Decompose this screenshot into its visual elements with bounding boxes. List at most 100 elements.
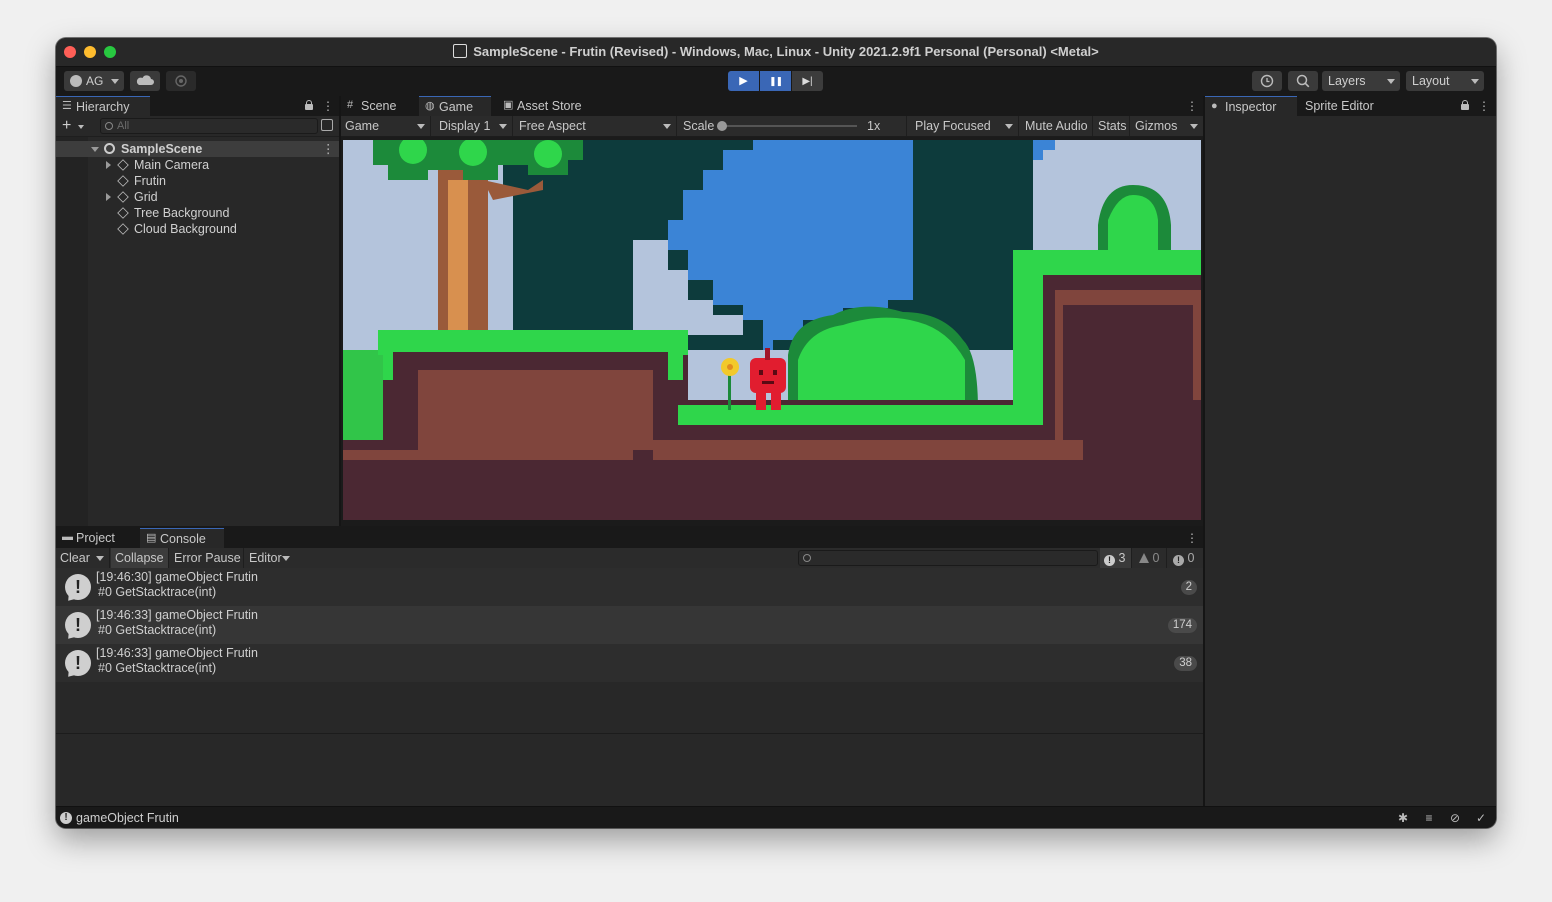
tab-game[interactable]: ◍ Game — [419, 96, 491, 116]
mute-audio-toggle[interactable]: Mute Audio — [1021, 116, 1093, 136]
progress-check-icon[interactable]: ✓ — [1474, 811, 1488, 825]
play-focused-dropdown[interactable]: Play Focused — [909, 116, 1019, 136]
log-alert-icon: ! — [65, 574, 91, 600]
clear-button[interactable]: Clear — [56, 548, 92, 568]
scene-search-icon[interactable] — [321, 119, 333, 131]
chevron-down-icon — [1471, 79, 1479, 84]
tab-inspector[interactable]: ● Inspector — [1205, 96, 1297, 116]
tab-project[interactable]: ▬ Project — [56, 528, 138, 548]
tab-inspector-label: Inspector — [1225, 100, 1277, 114]
title-bar: SampleScene - Frutin (Revised) - Windows… — [56, 38, 1496, 67]
status-message[interactable]: gameObject Frutin — [76, 807, 179, 828]
lock-icon[interactable] — [1461, 100, 1469, 110]
game-view-toolbar: Game Display 1 Free Aspect Scale 1x Play… — [341, 116, 1203, 137]
frutin-leg — [771, 392, 781, 410]
step-icon: ▶| — [802, 76, 813, 87]
window-title: SampleScene - Frutin (Revised) - Windows… — [473, 44, 1099, 59]
play-button[interactable]: ▶ — [728, 71, 759, 91]
game-viewport[interactable] — [343, 140, 1201, 520]
add-object-button[interactable]: + — [62, 116, 88, 136]
warning-filter-toggle[interactable]: 0 — [1133, 548, 1167, 568]
pause-button[interactable]: ❚❚ — [760, 71, 791, 91]
account-dropdown[interactable]: AG — [64, 71, 124, 91]
scale-slider-handle[interactable] — [717, 121, 727, 131]
error-count: 0 — [1187, 551, 1195, 565]
cache-server-icon[interactable]: ≡ — [1422, 811, 1436, 825]
cloud-button[interactable] — [130, 71, 160, 91]
tab-scene[interactable]: # Scene — [341, 96, 417, 116]
hierarchy-item-grid[interactable]: Grid — [56, 189, 339, 205]
grass-edge-left — [343, 350, 383, 440]
editor-dropdown[interactable]: Editor — [245, 548, 295, 568]
view-mode-dropdown[interactable]: Game — [341, 116, 431, 136]
layout-label: Layout — [1412, 74, 1450, 88]
aspect-label: Free Aspect — [519, 119, 586, 133]
hierarchy-tree: SampleScene ⋮ Main Camera Frutin Grid Tr… — [56, 137, 339, 526]
console-log-entry[interactable]: ! [19:46:30] gameObject Frutin #0 GetSta… — [56, 568, 1203, 606]
hierarchy-item-frutin[interactable]: Frutin — [56, 173, 339, 189]
more-options-icon[interactable]: ⋮ — [322, 99, 334, 113]
chevron-down-icon — [111, 79, 119, 84]
flower-stem — [728, 370, 731, 410]
hierarchy-item-cloud-background[interactable]: Cloud Background — [56, 221, 339, 237]
log-filter-toggle[interactable]: ! 3 — [1100, 548, 1132, 568]
folder-icon: ▬ — [62, 531, 73, 543]
console-search-input[interactable] — [798, 550, 1098, 566]
console-log-entry[interactable]: ! [19:46:33] gameObject Frutin #0 GetSta… — [56, 644, 1203, 682]
info-log-icon: ! — [1104, 555, 1115, 566]
stats-toggle[interactable]: Stats — [1094, 116, 1130, 136]
account-label: AG — [86, 74, 104, 88]
aspect-dropdown[interactable]: Free Aspect — [515, 116, 677, 136]
chevron-down-icon — [78, 125, 84, 129]
step-button[interactable]: ▶| — [792, 71, 823, 91]
tree-trunk-highlight — [448, 180, 468, 340]
auto-generate-lighting-icon[interactable]: ⊘ — [1448, 811, 1462, 825]
hierarchy-tabbar: ☰ Hierarchy ⋮ — [56, 96, 339, 116]
undo-history-button[interactable] — [1252, 71, 1282, 91]
hierarchy-item-main-camera[interactable]: Main Camera — [56, 157, 339, 173]
warning-icon — [1139, 553, 1149, 563]
more-options-icon[interactable]: ⋮ — [1478, 99, 1490, 113]
status-bar: ! gameObject Frutin ✱ ≡ ⊘ ✓ — [56, 806, 1496, 828]
flower-center — [727, 364, 733, 370]
collab-button[interactable] — [166, 71, 196, 91]
hierarchy-item-label: Tree Background — [134, 206, 230, 220]
view-mode-label: Game — [345, 119, 380, 133]
lock-icon[interactable] — [305, 100, 313, 110]
hierarchy-item-tree-background[interactable]: Tree Background — [56, 205, 339, 221]
tab-hierarchy[interactable]: ☰ Hierarchy — [56, 96, 150, 116]
more-options-icon[interactable]: ⋮ — [322, 141, 335, 157]
chevron-right-icon[interactable] — [106, 193, 111, 201]
debug-bug-icon[interactable]: ✱ — [1396, 811, 1410, 825]
playmode-controls: ▶ ❚❚ ▶| — [728, 71, 823, 91]
more-options-icon[interactable]: ⋮ — [1186, 99, 1198, 113]
scale-slider-track[interactable] — [721, 125, 857, 127]
log-message: [19:46:30] gameObject Frutin — [96, 570, 258, 584]
chevron-right-icon[interactable] — [106, 161, 111, 169]
chevron-down-icon — [499, 124, 507, 129]
more-options-icon[interactable]: ⋮ — [1186, 531, 1198, 545]
display-dropdown[interactable]: Display 1 — [433, 116, 513, 136]
console-log-entry[interactable]: ! [19:46:33] gameObject Frutin #0 GetSta… — [56, 606, 1203, 644]
tab-scene-label: Scene — [361, 99, 397, 113]
gizmos-dropdown[interactable]: Gizmos — [1131, 116, 1203, 136]
tab-asset-store[interactable]: ▣ Asset Store — [497, 96, 597, 116]
tab-console[interactable]: ▤ Console — [140, 528, 224, 548]
console-detail-area — [56, 734, 1203, 806]
error-filter-toggle[interactable]: ! 0 — [1168, 548, 1202, 568]
layers-dropdown[interactable]: Layers — [1322, 71, 1400, 91]
hierarchy-toolbar: + All — [56, 116, 339, 137]
hierarchy-search-input[interactable]: All — [100, 118, 318, 134]
error-pause-toggle[interactable]: Error Pause — [170, 548, 244, 568]
layout-dropdown[interactable]: Layout — [1406, 71, 1484, 91]
editor-label: Editor — [249, 551, 282, 565]
info-icon: ● — [1211, 100, 1218, 112]
clear-options-dropdown[interactable] — [92, 548, 110, 568]
shopping-bag-icon: ▣ — [503, 99, 514, 111]
frutin-character — [750, 358, 786, 393]
search-button[interactable] — [1288, 71, 1318, 91]
unity-document-icon — [453, 44, 468, 58]
collapse-toggle[interactable]: Collapse — [111, 548, 169, 568]
tab-sprite-editor[interactable]: Sprite Editor — [1297, 96, 1397, 116]
scene-row[interactable]: SampleScene ⋮ — [56, 141, 339, 157]
